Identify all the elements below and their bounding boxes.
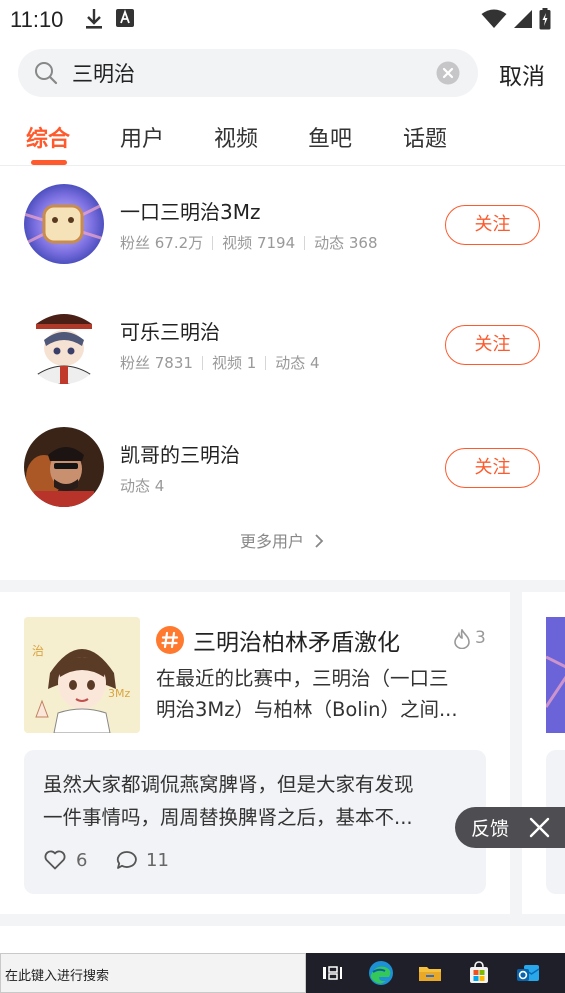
tab-overview[interactable]: 综合 — [26, 121, 70, 153]
cancel-button[interactable]: 取消 — [499, 57, 545, 91]
topic-description-line: 在最近的比赛中，三明治（一口三 — [156, 667, 449, 690]
stat-divider — [212, 235, 214, 250]
follow-button[interactable]: 关注 — [445, 448, 540, 488]
tab-videos[interactable]: 视频 — [214, 121, 258, 153]
outlook-icon[interactable] — [514, 959, 542, 987]
fans-count: 粉丝 67.2万 — [120, 234, 204, 252]
video-count: 视频 7194 — [222, 234, 296, 252]
download-icon — [85, 8, 103, 34]
comment-text: 虽然大家都调侃燕窝脾肾，但是大家有发现 一件事情吗，周周替换脾肾之后，基本不..… — [43, 768, 473, 834]
svg-text:3Mz: 3Mz — [108, 687, 130, 700]
tab-bar: 综合 用户 视频 鱼吧 话题 — [0, 108, 565, 166]
tab-indicator — [31, 160, 67, 165]
heart-icon[interactable] — [44, 850, 66, 874]
user-stats: 动态 4 — [120, 475, 164, 496]
post-count: 动态 4 — [120, 477, 165, 495]
user-name[interactable]: 一口三明治3Mz — [120, 196, 260, 225]
user-row[interactable]: 凯哥的三明治 动态 4 关注 — [0, 427, 565, 517]
taskbar-search-placeholder: 在此键入进行搜索 — [5, 969, 110, 984]
clear-icon[interactable] — [436, 61, 460, 89]
signal-icon — [513, 9, 533, 33]
edge-browser-icon[interactable] — [367, 959, 395, 987]
topic-hash-icon — [156, 626, 184, 658]
search-input[interactable] — [72, 49, 432, 97]
stat-divider — [265, 355, 267, 370]
topic-carousel: 治 3Mz 三明治柏林矛盾激化 3 在最近的比赛中，三明治（一口三 明治3Mz）… — [0, 592, 565, 914]
topic-description-line: 明治3Mz）与柏林（Bolin）之间... — [156, 698, 458, 721]
comment-icon[interactable] — [116, 850, 138, 874]
next-topic-card[interactable] — [522, 592, 565, 914]
avatar[interactable] — [24, 304, 104, 384]
stat-divider — [304, 235, 306, 250]
store-icon[interactable] — [465, 959, 493, 987]
wifi-icon — [481, 9, 507, 33]
avatar[interactable] — [24, 184, 104, 264]
like-count: 6 — [76, 850, 88, 871]
video-count: 视频 1 — [211, 354, 257, 372]
follow-button[interactable]: 关注 — [445, 205, 540, 245]
user-name[interactable]: 凯哥的三明治 — [120, 439, 240, 468]
tab-topics[interactable]: 话题 — [403, 121, 447, 153]
section-divider — [0, 914, 565, 926]
taskbar-search-box[interactable]: 在此键入进行搜索 — [0, 953, 306, 993]
user-stats: 粉丝 7831 视频 1 动态 4 — [120, 352, 320, 373]
search-box[interactable] — [18, 49, 478, 97]
tab-fishbar[interactable]: 鱼吧 — [308, 121, 352, 153]
topic-card[interactable]: 治 3Mz 三明治柏林矛盾激化 3 在最近的比赛中，三明治（一口三 明治3Mz）… — [0, 592, 510, 914]
stat-divider — [201, 355, 203, 370]
hot-count: 3 — [475, 628, 486, 648]
reply-count: 11 — [146, 850, 169, 871]
more-users-link[interactable]: 更多用户 — [0, 528, 565, 552]
comment-line: 一件事情吗，周周替换脾肾之后，基本不... — [43, 806, 413, 829]
user-stats: 粉丝 67.2万 视频 7194 动态 368 — [120, 232, 378, 253]
next-topic-thumbnail — [544, 617, 565, 733]
search-icon — [34, 61, 58, 89]
search-row: 取消 — [0, 48, 565, 100]
section-divider — [0, 580, 565, 592]
post-count: 动态 4 — [275, 354, 320, 372]
battery-icon — [539, 8, 551, 34]
svg-text:治: 治 — [32, 644, 44, 658]
user-row[interactable]: 可乐三明治 粉丝 7831 视频 1 动态 4 关注 — [0, 304, 565, 394]
avatar[interactable] — [24, 427, 104, 507]
taskbar: 在此键入进行搜索 — [0, 953, 565, 993]
flame-icon — [453, 628, 471, 653]
comment-line: 虽然大家都调侃燕窝脾肾，但是大家有发现 — [43, 773, 414, 796]
user-row[interactable]: 一口三明治3Mz 粉丝 67.2万 视频 7194 动态 368 关注 — [0, 184, 565, 274]
topic-title[interactable]: 三明治柏林矛盾激化 — [193, 623, 400, 657]
chevron-right-icon — [309, 532, 325, 551]
status-bar: 11:10 — [0, 0, 565, 40]
feedback-label[interactable]: 反馈 — [471, 814, 509, 841]
featured-comment[interactable]: 虽然大家都调侃燕窝脾肾，但是大家有发现 一件事情吗，周周替换脾肾之后，基本不..… — [24, 750, 486, 894]
file-explorer-icon[interactable] — [416, 959, 444, 987]
topic-thumbnail[interactable]: 治 3Mz — [24, 617, 140, 733]
status-time: 11:10 — [10, 7, 64, 32]
app-notification-icon — [115, 8, 135, 34]
tab-users[interactable]: 用户 — [120, 121, 164, 153]
close-icon[interactable] — [529, 817, 550, 842]
task-view-icon[interactable] — [318, 959, 346, 987]
follow-button[interactable]: 关注 — [445, 325, 540, 365]
user-name[interactable]: 可乐三明治 — [120, 316, 220, 345]
post-count: 动态 368 — [314, 234, 378, 252]
topic-description[interactable]: 在最近的比赛中，三明治（一口三 明治3Mz）与柏林（Bolin）之间... — [156, 663, 491, 725]
feedback-pill[interactable]: 反馈 — [455, 807, 565, 848]
fans-count: 粉丝 7831 — [120, 354, 193, 372]
more-users-label: 更多用户 — [239, 532, 304, 551]
